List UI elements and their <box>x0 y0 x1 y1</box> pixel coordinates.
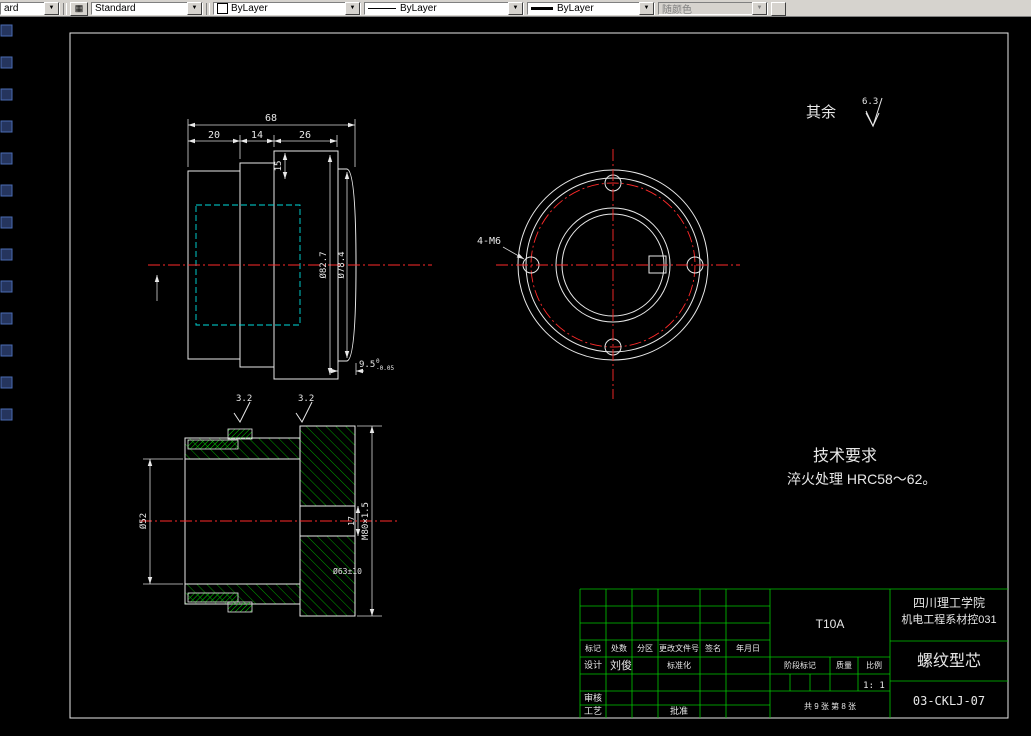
lineweight-control-dropdown[interactable]: ByLayer ▼ <box>527 2 655 15</box>
tb-standard-label: 标准化 <box>667 660 691 670</box>
tool-icon[interactable] <box>0 216 13 229</box>
dim-68: 68 <box>265 113 277 124</box>
chevron-down-icon[interactable]: ▼ <box>187 2 202 15</box>
tb-part-name: 螺纹型芯 <box>917 652 981 670</box>
tb-org-line2: 机电工程系材控031 <box>901 612 996 626</box>
toolbar-extra-button[interactable] <box>771 1 786 16</box>
dim-14: 14 <box>251 130 263 141</box>
dim-15: 15 <box>274 161 284 172</box>
dim-od-78-4: Ø78.4 <box>336 251 347 278</box>
dim-9-5-tol-up: 0 <box>376 358 380 365</box>
dim-bore: Ø52 <box>138 513 149 529</box>
color-swatch-icon <box>217 3 228 14</box>
tech-requirements-title: 技术要求 <box>813 447 877 465</box>
tb-material: T10A <box>816 617 845 631</box>
finish-3-2-a: 3.2 <box>236 394 252 404</box>
tool-icon[interactable] <box>0 184 13 197</box>
color-value: ByLayer <box>231 3 268 14</box>
tb-header-3: 更改文件号 <box>659 643 699 653</box>
text-style-dropdown[interactable]: Standard ▼ <box>91 2 203 15</box>
chevron-down-icon[interactable]: ▼ <box>44 2 59 15</box>
title-block[interactable]: 标记 处数 分区 更改文件号 签名 年月日 设计 刘俊 标准化 审核 工艺 批准… <box>579 588 1008 718</box>
tb-weight-label: 质量 <box>836 660 852 670</box>
tb-scale-value: 1: 1 <box>863 681 885 691</box>
tb-check-label: 审核 <box>584 692 602 703</box>
tb-process-label: 工艺 <box>584 706 602 716</box>
tool-icon[interactable] <box>0 88 13 101</box>
linetype-control-dropdown[interactable]: ByLayer ▼ <box>364 2 524 15</box>
text-style-value: Standard <box>95 3 136 14</box>
tb-scale-label: 比例 <box>866 660 882 670</box>
leader-line <box>502 246 525 260</box>
tb-designer-name: 刘俊 <box>610 658 632 672</box>
dim-20: 20 <box>208 130 220 141</box>
toolbar-separator <box>63 2 67 15</box>
tb-header-0: 标记 <box>585 643 601 653</box>
tb-sheet-info: 共 9 张 第 8 张 <box>804 701 856 711</box>
tool-icon[interactable] <box>0 344 13 357</box>
insert-screw-top <box>227 428 253 440</box>
tb-header-4: 签名 <box>705 643 721 653</box>
insert-screw-bottom <box>227 601 253 613</box>
color-control-dropdown[interactable]: ByLayer ▼ <box>213 2 361 15</box>
tb-header-2: 分区 <box>637 644 653 653</box>
chevron-down-icon[interactable]: ▼ <box>639 2 654 15</box>
style-manager-button[interactable]: ▦ <box>70 1 88 16</box>
annotations[interactable]: 其余 6.3 技术要求 淬火处理 HRC58～62。 <box>787 97 936 487</box>
tool-icon[interactable] <box>0 408 13 421</box>
linetype-icon <box>368 8 396 9</box>
insert-plate-top <box>187 439 239 450</box>
top-toolbar: ard ▼ ▦ Standard ▼ ByLayer ▼ ByLayer ▼ B… <box>0 0 1031 17</box>
side-view[interactable]: 68 20 14 26 15 Ø82.7 Ø78.4 9.5 0 -0.05 <box>148 113 432 380</box>
grid-sheet-icon: ▦ <box>74 3 84 13</box>
toolbar-separator <box>206 2 210 15</box>
tb-header-5: 年月日 <box>736 643 760 653</box>
rest-roughness-value: 6.3 <box>862 97 878 107</box>
plotstyle-value: 随颜色 <box>662 5 692 16</box>
chevron-down-icon: ▼ <box>752 2 767 15</box>
lineweight-value: ByLayer <box>557 3 594 14</box>
dim-thread: M80×1.5 <box>361 502 371 540</box>
tool-icon[interactable] <box>0 24 13 37</box>
plotstyle-control-dropdown[interactable]: 随颜色 ▼ <box>658 2 768 16</box>
drawing-canvas[interactable]: 68 20 14 26 15 Ø82.7 Ø78.4 9.5 0 -0.05 4… <box>0 17 1031 736</box>
dimstyle-dropdown[interactable]: ard ▼ <box>0 2 60 15</box>
tech-requirements-body: 淬火处理 HRC58～62。 <box>787 471 936 487</box>
tool-icon[interactable] <box>0 312 13 325</box>
tool-icon[interactable] <box>0 280 13 293</box>
tool-icon[interactable] <box>0 120 13 133</box>
tool-icon[interactable] <box>0 248 13 261</box>
dim-26: 26 <box>299 130 311 141</box>
chevron-down-icon[interactable]: ▼ <box>508 2 523 15</box>
tb-drawing-number: 03-CKLJ-07 <box>913 694 985 708</box>
front-view[interactable]: 4-M6 <box>477 149 740 399</box>
hole-callout: 4-M6 <box>477 236 501 247</box>
insert-plate-bottom <box>187 592 239 603</box>
dim-9-5: 9.5 <box>359 360 375 370</box>
dimstyle-value: ard <box>4 3 19 14</box>
tb-design-label: 设计 <box>584 659 602 670</box>
linetype-value: ByLayer <box>400 3 437 14</box>
bore-outline <box>184 458 301 585</box>
tool-icon[interactable] <box>0 56 13 69</box>
tool-icon[interactable] <box>0 376 13 389</box>
docked-left-toolbar[interactable] <box>0 24 13 421</box>
tb-stage-label: 阶段标记 <box>784 660 816 670</box>
rest-label: 其余 <box>806 103 836 121</box>
section-view[interactable]: Ø52 M80×1.5 17 Ø63±10 3.2 3.2 <box>138 394 400 617</box>
lineweight-icon <box>531 7 553 10</box>
chevron-down-icon[interactable]: ▼ <box>345 2 360 15</box>
tool-icon[interactable] <box>0 152 13 165</box>
dim-od-82-7: Ø82.7 <box>318 251 329 278</box>
dim-9-5-tol-dn: -0.05 <box>376 365 394 372</box>
dim-17: 17 <box>347 516 356 526</box>
tb-approve-label: 批准 <box>670 705 688 716</box>
finish-3-2-b: 3.2 <box>298 394 314 404</box>
dim-hole: Ø63±10 <box>333 566 362 576</box>
tb-header-1: 处数 <box>611 643 627 653</box>
tb-org-line1: 四川理工学院 <box>913 595 985 610</box>
